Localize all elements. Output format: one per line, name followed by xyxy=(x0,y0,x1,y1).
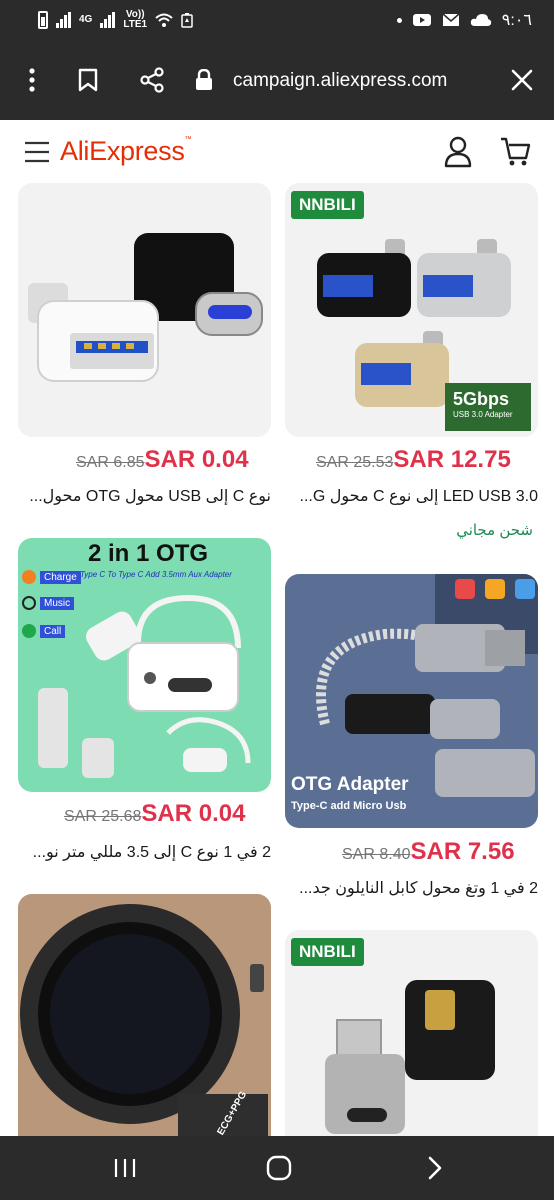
battery-icon xyxy=(38,11,48,29)
status-left-icons: 4G Vo)) LTE1 xyxy=(38,10,193,30)
sale-price: SAR 7.56 xyxy=(410,838,515,865)
status-right-icons: ٩:٠٦ xyxy=(396,10,532,30)
product-title[interactable]: نوع C إلى USB محول OTG محول... xyxy=(18,486,271,506)
android-navigation-bar xyxy=(0,1136,554,1200)
cloud-icon xyxy=(470,14,491,26)
recents-icon[interactable] xyxy=(110,1154,140,1182)
bookmark-icon[interactable] xyxy=(74,66,102,94)
share-icon[interactable] xyxy=(138,66,166,94)
price-row: SAR 6.85SAR 0.04 xyxy=(76,446,249,478)
signal-icon-2 xyxy=(100,12,116,28)
sale-price: SAR 12.75 xyxy=(393,446,511,473)
product-title[interactable]: 2 في 1 نوع C إلى 3.5 مللي متر نو... xyxy=(18,842,271,862)
product-image[interactable]: NNBILI xyxy=(285,930,538,1154)
price-row: SAR 25.53SAR 12.75 xyxy=(316,446,511,478)
product-image[interactable]: 2 in 1 OTG Type C To Type C Add 3.5mm Au… xyxy=(18,538,271,792)
price-row: SAR 8.40SAR 7.56 xyxy=(342,838,515,870)
product-image[interactable]: ECG+PPG xyxy=(18,894,271,1154)
back-icon[interactable] xyxy=(420,1154,450,1182)
sale-price: SAR 0.04 xyxy=(144,446,249,473)
cart-icon[interactable] xyxy=(500,136,532,168)
clock-time: ٩:٠٦ xyxy=(501,12,532,29)
network-4g-label: 4G xyxy=(79,14,93,25)
lock-icon xyxy=(190,66,218,94)
url-text[interactable]: campaign.aliexpress.com xyxy=(233,70,447,92)
account-icon[interactable] xyxy=(444,136,472,168)
hamburger-menu-icon[interactable] xyxy=(24,140,50,164)
mail-icon xyxy=(442,13,460,26)
image-subtitle: Type-C add Micro Usb xyxy=(291,800,407,812)
free-shipping-label: شحن مجاني xyxy=(456,522,533,539)
wifi-icon xyxy=(155,13,173,27)
original-price: SAR 8.40 xyxy=(342,846,411,863)
home-icon[interactable] xyxy=(264,1154,294,1182)
product-title[interactable]: 2 في 1 وتغ محول كابل النايلون جد... xyxy=(285,878,538,898)
image-headline: OTG Adapter xyxy=(291,774,409,795)
product-title[interactable]: LED USB 3.0 إلى نوع C محول G... xyxy=(285,486,538,506)
sale-price: SAR 0.04 xyxy=(141,800,246,827)
site-header: AliExpress™ xyxy=(0,120,554,184)
dot-icon xyxy=(396,17,402,23)
close-icon[interactable] xyxy=(508,66,536,94)
status-bar: 4G Vo)) LTE1 ٩:٠٦ xyxy=(0,0,554,40)
original-price: SAR 6.85 xyxy=(76,454,145,471)
original-price: SAR 25.68 xyxy=(64,808,142,825)
product-image[interactable]: OTG Adapter Type-C add Micro Usb xyxy=(285,574,538,828)
youtube-icon xyxy=(412,14,431,26)
original-price: SAR 25.53 xyxy=(316,454,394,471)
signal-icon xyxy=(56,12,71,28)
price-row: SAR 25.68SAR 0.04 xyxy=(64,800,245,832)
speed-badge: 5Gbps USB 3.0 Adapter xyxy=(445,383,531,431)
product-image[interactable] xyxy=(18,183,271,437)
recycle-icon xyxy=(181,13,193,28)
volte-label: Vo)) LTE1 xyxy=(123,9,148,30)
aliexpress-logo[interactable]: AliExpress™ xyxy=(60,136,192,167)
product-image[interactable]: NNBILI 5Gbps USB 3.0 Adapter xyxy=(285,183,538,437)
browser-toolbar: campaign.aliexpress.com xyxy=(0,40,554,120)
more-vert-icon[interactable] xyxy=(18,66,46,94)
